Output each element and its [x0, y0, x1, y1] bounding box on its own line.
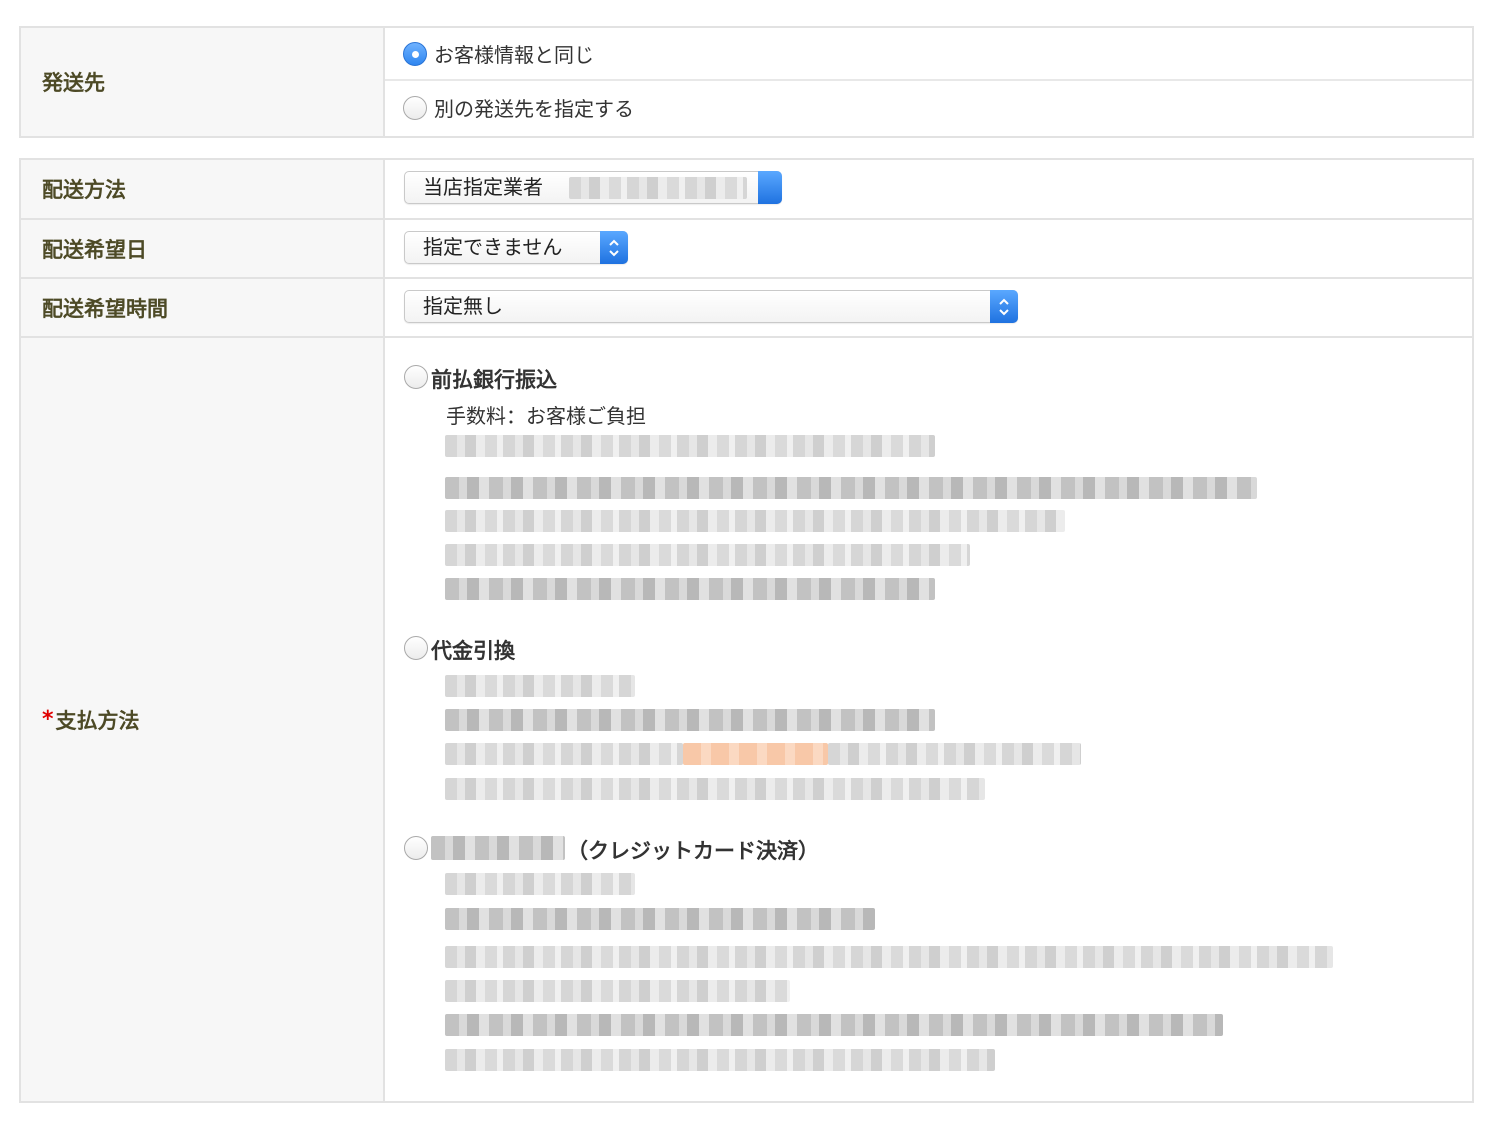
credit-card-obscured-line: [445, 946, 1333, 968]
payment-method-label: * 支払方法: [21, 338, 385, 1101]
delivery-date-value: 指定できません: [423, 235, 563, 259]
other-destination-label: 別の発送先を指定する: [434, 97, 634, 121]
credit-card-obscured-line: [445, 908, 875, 930]
bank-transfer-obscured-line: [445, 435, 935, 457]
credit-card-obscured-line: [445, 1049, 995, 1071]
credit-card-obscured-line: [445, 873, 635, 895]
delivery-method-cell: 当店指定業者: [385, 160, 1472, 218]
payment-options: 前払銀行振込 手数料：お客様ご負担 代金引換 （クレジットカード決済）: [385, 338, 1472, 1101]
same-as-customer-label: お客様情報と同じ: [434, 43, 594, 67]
cash-on-delivery-title[interactable]: 代金引換: [431, 635, 515, 665]
chevron-up-down-icon: [990, 290, 1018, 323]
select-stepper-icon: [758, 171, 782, 204]
delivery-date-row: 配送希望日 指定できません: [21, 220, 1472, 279]
option-same-as-customer[interactable]: お客様情報と同じ: [385, 28, 1472, 81]
shipping-destination-label: 発送先: [21, 28, 385, 136]
credit-card-obscured-line: [445, 1014, 1223, 1036]
delivery-date-select[interactable]: 指定できません: [404, 231, 628, 264]
credit-card-radio[interactable]: [404, 836, 428, 860]
same-as-customer-radio[interactable]: [403, 41, 427, 66]
option-other-destination[interactable]: 別の発送先を指定する: [385, 81, 1472, 134]
other-destination-radio[interactable]: [403, 95, 427, 120]
cash-on-delivery-obscured-line: [445, 778, 985, 800]
delivery-time-label: 配送希望時間: [21, 279, 385, 336]
delivery-payment-table: 配送方法 当店指定業者 配送希望日 指定できません 配送希望時間 指定無し * …: [19, 158, 1474, 1103]
cash-on-delivery-obscured-line: [445, 709, 935, 731]
shipping-destination-table: 発送先 お客様情報と同じ 別の発送先を指定する: [19, 26, 1474, 138]
required-mark: *: [42, 707, 54, 732]
cash-on-delivery-obscured-line: [445, 743, 683, 765]
shipping-destination-row: 発送先 お客様情報と同じ 別の発送先を指定する: [21, 28, 1472, 136]
bank-transfer-obscured-line: [445, 544, 970, 566]
bank-transfer-obscured-line: [445, 510, 1065, 532]
delivery-date-cell: 指定できません: [385, 220, 1472, 277]
delivery-time-row: 配送希望時間 指定無し: [21, 279, 1472, 338]
credit-card-provider-obscured: [431, 836, 565, 860]
cash-on-delivery-obscured-line: [445, 675, 635, 697]
credit-card-title-suffix[interactable]: （クレジットカード決済）: [567, 835, 819, 865]
bank-transfer-title[interactable]: 前払銀行振込: [431, 364, 557, 394]
bank-transfer-fee: 手数料：お客様ご負担: [446, 404, 646, 428]
chevron-up-down-icon: [600, 231, 628, 264]
bank-transfer-obscured-line: [445, 578, 935, 600]
credit-card-obscured-line: [445, 980, 790, 1002]
shipping-destination-options: お客様情報と同じ 別の発送先を指定する: [385, 28, 1472, 136]
delivery-method-value: 当店指定業者: [423, 175, 543, 199]
cash-on-delivery-obscured-line: [828, 743, 1081, 765]
cash-on-delivery-obscured-highlight: [683, 743, 828, 765]
delivery-method-row: 配送方法 当店指定業者: [21, 160, 1472, 220]
payment-method-row: * 支払方法 前払銀行振込 手数料：お客様ご負担 代金引換 （クレジットカード決…: [21, 338, 1472, 1101]
cash-on-delivery-radio[interactable]: [404, 636, 428, 660]
delivery-method-label: 配送方法: [21, 160, 385, 218]
payment-method-label-text: 支払方法: [55, 708, 140, 733]
delivery-time-value: 指定無し: [423, 294, 503, 318]
bank-transfer-obscured-line: [445, 477, 1257, 499]
delivery-method-select[interactable]: 当店指定業者: [404, 171, 782, 204]
delivery-date-label: 配送希望日: [21, 220, 385, 277]
bank-transfer-radio[interactable]: [404, 365, 428, 389]
delivery-time-cell: 指定無し: [385, 279, 1472, 336]
delivery-method-obscured-text: [569, 177, 747, 199]
delivery-time-select[interactable]: 指定無し: [404, 290, 1018, 323]
